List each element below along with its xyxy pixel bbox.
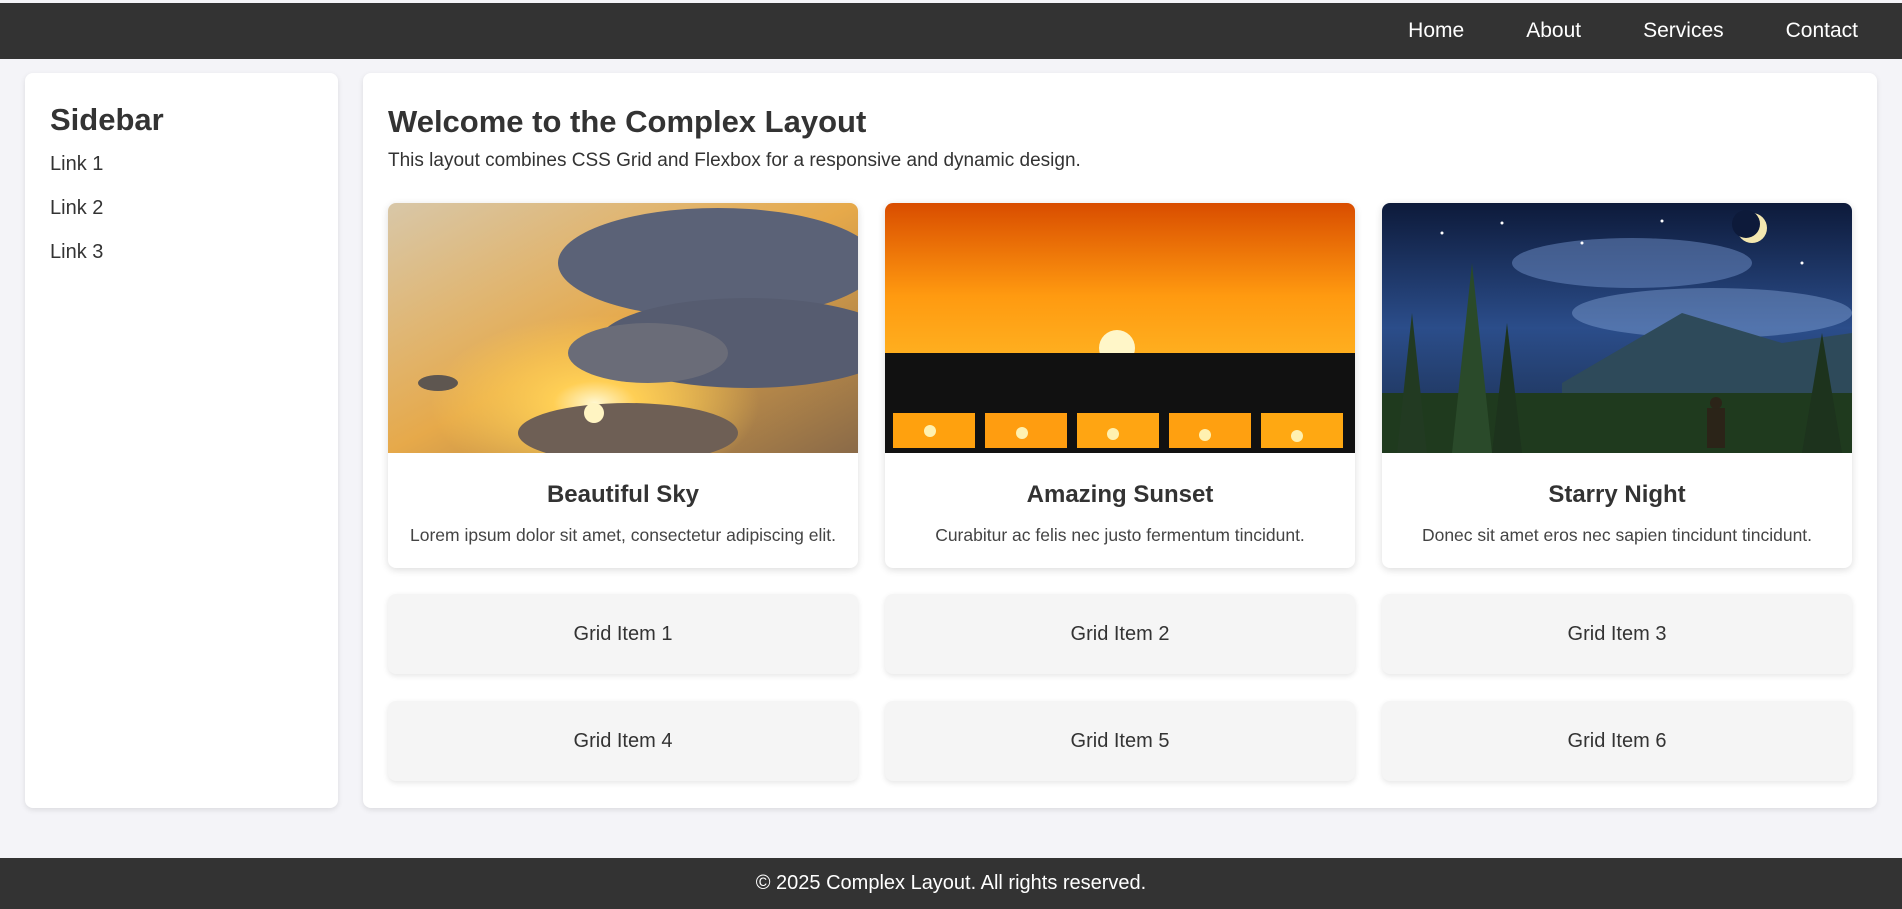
footer: © 2025 Complex Layout. All rights reserv… [0, 858, 1902, 909]
card-row: Beautiful Sky Lorem ipsum dolor sit amet… [388, 203, 1853, 568]
footer-text: © 2025 Complex Layout. All rights reserv… [755, 872, 1147, 894]
card-text: Donec sit amet eros nec sapien tincidunt… [1421, 525, 1813, 545]
grid-item-3[interactable]: Grid Item 3 [1382, 594, 1852, 674]
intro-text: This layout combines CSS Grid and Flexbo… [388, 150, 1081, 171]
page-title: Welcome to the Complex Layout [388, 104, 867, 139]
card-text: Curabitur ac felis nec justo fermentum t… [935, 525, 1305, 545]
sidebar-link-2[interactable]: Link 2 [50, 197, 313, 220]
sky-image [388, 203, 858, 453]
card-amazing-sunset: Amazing Sunset Curabitur ac felis nec ju… [885, 203, 1355, 568]
card-starry-night: Starry Night Donec sit amet eros nec sap… [1382, 203, 1852, 568]
card-title: Amazing Sunset [1026, 481, 1214, 508]
sidebar-title: Sidebar [50, 102, 164, 137]
card-beautiful-sky: Beautiful Sky Lorem ipsum dolor sit amet… [388, 203, 858, 568]
card-text: Lorem ipsum dolor sit amet, consectetur … [409, 525, 837, 545]
main-content: Welcome to the Complex Layout This layou… [363, 73, 1877, 808]
item-grid: Grid Item 1 Grid Item 2 Grid Item 3 Grid… [388, 594, 1853, 781]
nav-link-contact[interactable]: Contact [1786, 3, 1858, 59]
sunset-image [885, 203, 1355, 453]
sidebar-link-3[interactable]: Link 3 [50, 241, 313, 264]
sidebar-link-1[interactable]: Link 1 [50, 153, 313, 176]
grid-item-5[interactable]: Grid Item 5 [885, 701, 1355, 781]
grid-item-4[interactable]: Grid Item 4 [388, 701, 858, 781]
nav-link-about[interactable]: About [1526, 3, 1581, 59]
card-title: Starry Night [1548, 481, 1686, 508]
top-navbar: Home About Services Contact [0, 3, 1902, 59]
grid-item-1[interactable]: Grid Item 1 [388, 594, 858, 674]
nav-link-home[interactable]: Home [1408, 3, 1464, 59]
grid-item-2[interactable]: Grid Item 2 [885, 594, 1355, 674]
grid-item-6[interactable]: Grid Item 6 [1382, 701, 1852, 781]
nav-link-services[interactable]: Services [1643, 3, 1724, 59]
card-title: Beautiful Sky [546, 481, 700, 508]
starry-night-image [1382, 203, 1852, 453]
sidebar: Sidebar Link 1 Link 2 Link 3 [25, 73, 338, 808]
